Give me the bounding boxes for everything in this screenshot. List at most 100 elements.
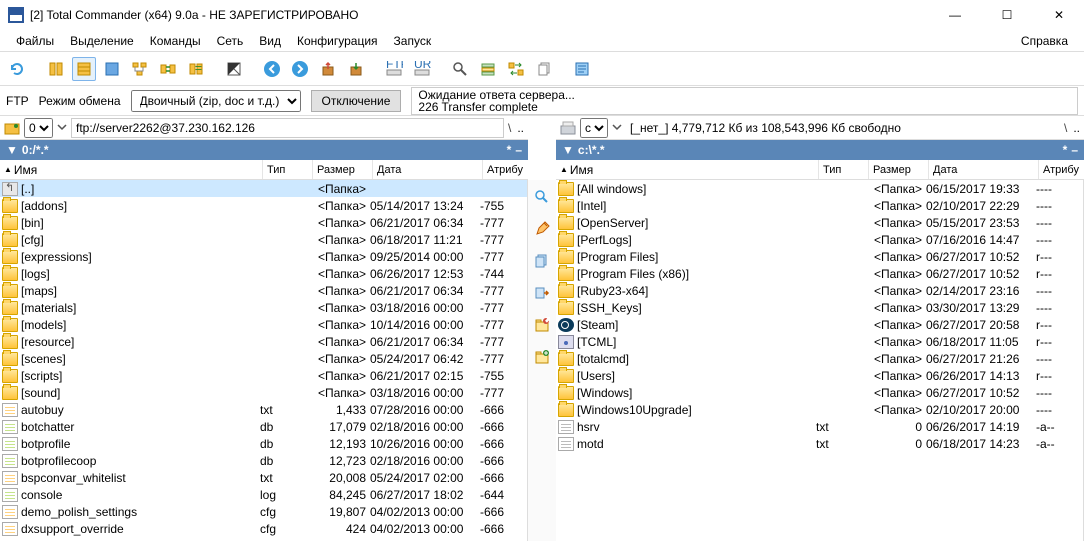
view-brief-icon[interactable]	[44, 57, 68, 81]
copy-names-icon[interactable]	[532, 57, 556, 81]
menu-selection[interactable]: Выделение	[62, 32, 142, 50]
right-drive-select[interactable]: c	[580, 118, 608, 138]
table-row[interactable]: [materials]<Папка>03/18/2016 00:00-777	[0, 299, 527, 316]
pack-icon[interactable]	[316, 57, 340, 81]
table-row[interactable]: [Intel]<Папка>02/10/2017 22:29----	[556, 197, 1083, 214]
table-row[interactable]: [OpenServer]<Папка>05/15/2017 23:53----	[556, 214, 1083, 231]
right-panel[interactable]: [All windows]<Папка>06/15/2017 19:33----…	[556, 180, 1084, 541]
close-button[interactable]: ✕	[1042, 8, 1076, 22]
table-row[interactable]: [sound]<Папка>03/18/2016 00:00-777	[0, 384, 527, 401]
table-row[interactable]: [Ruby23-x64]<Папка>02/14/2017 23:16----	[556, 282, 1083, 299]
col-type[interactable]: Тип	[263, 160, 313, 179]
view-full-icon[interactable]	[72, 57, 96, 81]
table-row[interactable]: demo_polish_settingscfg19,80704/02/2013 …	[0, 503, 527, 520]
table-row[interactable]: [Program Files (x86)]<Папка>06/27/2017 1…	[556, 265, 1083, 282]
col-type[interactable]: Тип	[819, 160, 869, 179]
view-thumb-icon[interactable]	[100, 57, 124, 81]
table-row[interactable]: [scenes]<Папка>05/24/2017 06:42-777	[0, 350, 527, 367]
ftp-url-icon[interactable]: URL	[410, 57, 434, 81]
back-icon[interactable]	[260, 57, 284, 81]
table-row[interactable]: [models]<Папка>10/14/2016 00:00-777	[0, 316, 527, 333]
left-panel[interactable]: [..]<Папка>[addons]<Папка>05/14/2017 13:…	[0, 180, 528, 541]
table-row[interactable]: motdtxt006/18/2017 14:23-a--	[556, 435, 1083, 452]
table-row[interactable]: hsrvtxt006/26/2017 14:19-a--	[556, 418, 1083, 435]
notepad-icon[interactable]	[570, 57, 594, 81]
reload-icon[interactable]	[6, 57, 30, 81]
table-row[interactable]: [cfg]<Папка>06/18/2017 11:21-777	[0, 231, 527, 248]
add-folder-icon[interactable]	[531, 346, 553, 368]
maximize-button[interactable]: ☐	[990, 8, 1024, 22]
tree-icon[interactable]	[128, 57, 152, 81]
col-date[interactable]: Дата	[373, 160, 483, 179]
target-equals-source-icon[interactable]: =	[184, 57, 208, 81]
unpack-icon[interactable]	[344, 57, 368, 81]
cell-name: [Steam]	[577, 318, 816, 332]
disconnect-button[interactable]: Отключение	[311, 90, 402, 112]
table-row[interactable]: [Users]<Папка>06/26/2017 14:13r---	[556, 367, 1083, 384]
col-name[interactable]: ▲Имя	[0, 160, 263, 179]
transfer-mode-select[interactable]: Двоичный (zip, doc и т.д.)	[131, 90, 301, 112]
move-file-icon[interactable]	[531, 282, 553, 304]
multi-rename-icon[interactable]	[476, 57, 500, 81]
table-row[interactable]: [logs]<Папка>06/26/2017 12:53-744	[0, 265, 527, 282]
col-attr[interactable]: Атрибу	[1039, 160, 1084, 179]
minimize-button[interactable]: —	[938, 8, 972, 22]
menu-net[interactable]: Сеть	[209, 32, 252, 50]
edit-file-icon[interactable]	[531, 218, 553, 240]
left-path[interactable]: ▼0:/*.* *–	[0, 140, 528, 160]
col-date[interactable]: Дата	[929, 160, 1039, 179]
col-size[interactable]: Размер	[869, 160, 929, 179]
left-up-button[interactable]: ..	[517, 121, 524, 135]
table-row[interactable]: [..]<Папка>	[0, 180, 527, 197]
table-row[interactable]: [PerfLogs]<Папка>07/16/2016 14:47----	[556, 231, 1083, 248]
table-row[interactable]: [TCML]<Папка>06/18/2017 11:05r---	[556, 333, 1083, 350]
table-row[interactable]: [scripts]<Папка>06/21/2017 02:15-755	[0, 367, 527, 384]
swap-panels-icon[interactable]	[156, 57, 180, 81]
table-row[interactable]: autobuytxt1,43307/28/2016 00:00-666	[0, 401, 527, 418]
sync-dirs-icon[interactable]	[504, 57, 528, 81]
left-address-input[interactable]	[71, 118, 504, 138]
table-row[interactable]: dxsupport_overridecfg42404/02/2013 00:00…	[0, 520, 527, 537]
left-root-button[interactable]: \	[508, 121, 511, 135]
forward-icon[interactable]	[288, 57, 312, 81]
invert-icon[interactable]	[222, 57, 246, 81]
table-row[interactable]: [totalcmd]<Папка>06/27/2017 21:26----	[556, 350, 1083, 367]
new-folder-icon[interactable]: ✖	[531, 314, 553, 336]
menu-start[interactable]: Запуск	[386, 32, 440, 50]
table-row[interactable]: botprofilecoopdb12,72302/18/2016 00:00-6…	[0, 452, 527, 469]
col-attr[interactable]: Атрибу	[483, 160, 528, 179]
file-icon	[2, 420, 18, 434]
table-row[interactable]: [SSH_Keys]<Папка>03/30/2017 13:29----	[556, 299, 1083, 316]
table-row[interactable]: botchatterdb17,07902/18/2016 00:00-666	[0, 418, 527, 435]
table-row[interactable]: [bin]<Папка>06/21/2017 06:34-777	[0, 214, 527, 231]
chevron-down-icon[interactable]	[57, 121, 67, 135]
menu-view[interactable]: Вид	[251, 32, 289, 50]
table-row[interactable]: [addons]<Папка>05/14/2017 13:24-755	[0, 197, 527, 214]
col-size[interactable]: Размер	[313, 160, 373, 179]
table-row[interactable]: [resource]<Папка>06/21/2017 06:34-777	[0, 333, 527, 350]
table-row[interactable]: [expressions]<Папка>09/25/2014 00:00-777	[0, 248, 527, 265]
table-row[interactable]: [Program Files]<Папка>06/27/2017 10:52r-…	[556, 248, 1083, 265]
menu-help[interactable]: Справка	[1013, 32, 1076, 50]
view-file-icon[interactable]	[531, 186, 553, 208]
menu-commands[interactable]: Команды	[142, 32, 209, 50]
right-root-button[interactable]: \	[1064, 121, 1067, 135]
ftp-connect-icon[interactable]: FTP	[382, 57, 406, 81]
table-row[interactable]: [All windows]<Папка>06/15/2017 19:33----	[556, 180, 1083, 197]
left-drive-select[interactable]: 0	[24, 118, 53, 138]
copy-file-icon[interactable]	[531, 250, 553, 272]
chevron-down-icon[interactable]	[612, 121, 622, 135]
right-up-button[interactable]: ..	[1073, 121, 1080, 135]
table-row[interactable]: [maps]<Папка>06/21/2017 06:34-777	[0, 282, 527, 299]
table-row[interactable]: botprofiledb12,19310/26/2016 00:00-666	[0, 435, 527, 452]
table-row[interactable]: bspconvar_whitelisttxt20,00805/24/2017 0…	[0, 469, 527, 486]
menu-file[interactable]: Файлы	[8, 32, 62, 50]
right-path[interactable]: ▼c:\*.* *–	[556, 140, 1084, 160]
col-name[interactable]: ▲Имя	[556, 160, 819, 179]
menu-config[interactable]: Конфигурация	[289, 32, 386, 50]
table-row[interactable]: [Steam]<Папка>06/27/2017 20:58r---	[556, 316, 1083, 333]
table-row[interactable]: [Windows10Upgrade]<Папка>02/10/2017 20:0…	[556, 401, 1083, 418]
search-icon[interactable]	[448, 57, 472, 81]
table-row[interactable]: consolelog84,24506/27/2017 18:02-644	[0, 486, 527, 503]
table-row[interactable]: [Windows]<Папка>06/27/2017 10:52----	[556, 384, 1083, 401]
